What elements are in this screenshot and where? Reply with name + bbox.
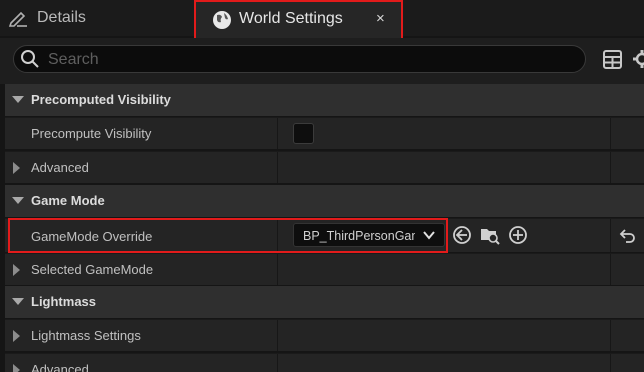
search-placeholder: Search [48,51,99,68]
expanded-caret-icon [12,298,24,305]
category-precomputed-visibility[interactable]: Precomputed Visibility [5,84,644,116]
precompute-visibility-checkbox[interactable] [293,123,314,144]
collapsed-caret-icon [13,264,20,276]
table-icon[interactable] [603,50,622,69]
subcategory-lightmass-settings[interactable]: Lightmass Settings [5,319,644,351]
column-divider [610,354,611,372]
pencil-icon [8,11,27,27]
expanded-caret-icon [12,96,24,103]
subcategory-label: Advanced [31,160,89,175]
column-divider [277,354,278,372]
tab-highlight-box [194,0,403,41]
search-icon [21,50,39,68]
gear-icon[interactable] [632,49,644,69]
subcategory-label: Lightmass Settings [31,328,141,343]
subcategory-label: Selected GameMode [31,262,154,277]
expanded-caret-icon [12,197,24,204]
collapsed-caret-icon [13,162,20,174]
tab-details[interactable]: Details [0,0,190,36]
category-label: Lightmass [31,294,97,309]
use-selected-arrow-icon[interactable] [452,225,472,245]
column-divider [277,152,278,183]
gamemode-override-highlight-box [8,218,448,253]
tab-details-label: Details [37,9,86,26]
reset-to-default-icon[interactable] [617,226,637,246]
add-icon[interactable] [508,225,528,245]
column-divider [610,219,611,252]
column-divider [610,118,611,149]
subcategory-lightmass-advanced[interactable]: Advanced [5,353,644,372]
search-input[interactable]: Search [13,45,586,73]
collapsed-caret-icon [13,364,20,372]
column-divider [610,152,611,183]
column-divider [277,118,278,149]
column-divider [277,320,278,351]
collapsed-caret-icon [13,330,20,342]
column-divider [277,254,278,285]
column-divider [610,254,611,285]
category-label: Game Mode [31,193,105,208]
category-label: Precomputed Visibility [31,92,171,107]
subcategory-selected-gamemode[interactable]: Selected GameMode [5,253,644,285]
browse-folder-icon[interactable] [480,225,500,245]
property-label: Precompute Visibility [31,126,152,141]
property-row-precompute-visibility: Precompute Visibility [5,117,644,149]
category-game-mode[interactable]: Game Mode [5,185,644,217]
subcategory-label: Advanced [31,362,89,372]
category-lightmass[interactable]: Lightmass [5,286,644,318]
column-divider [610,320,611,351]
subcategory-advanced[interactable]: Advanced [5,151,644,183]
